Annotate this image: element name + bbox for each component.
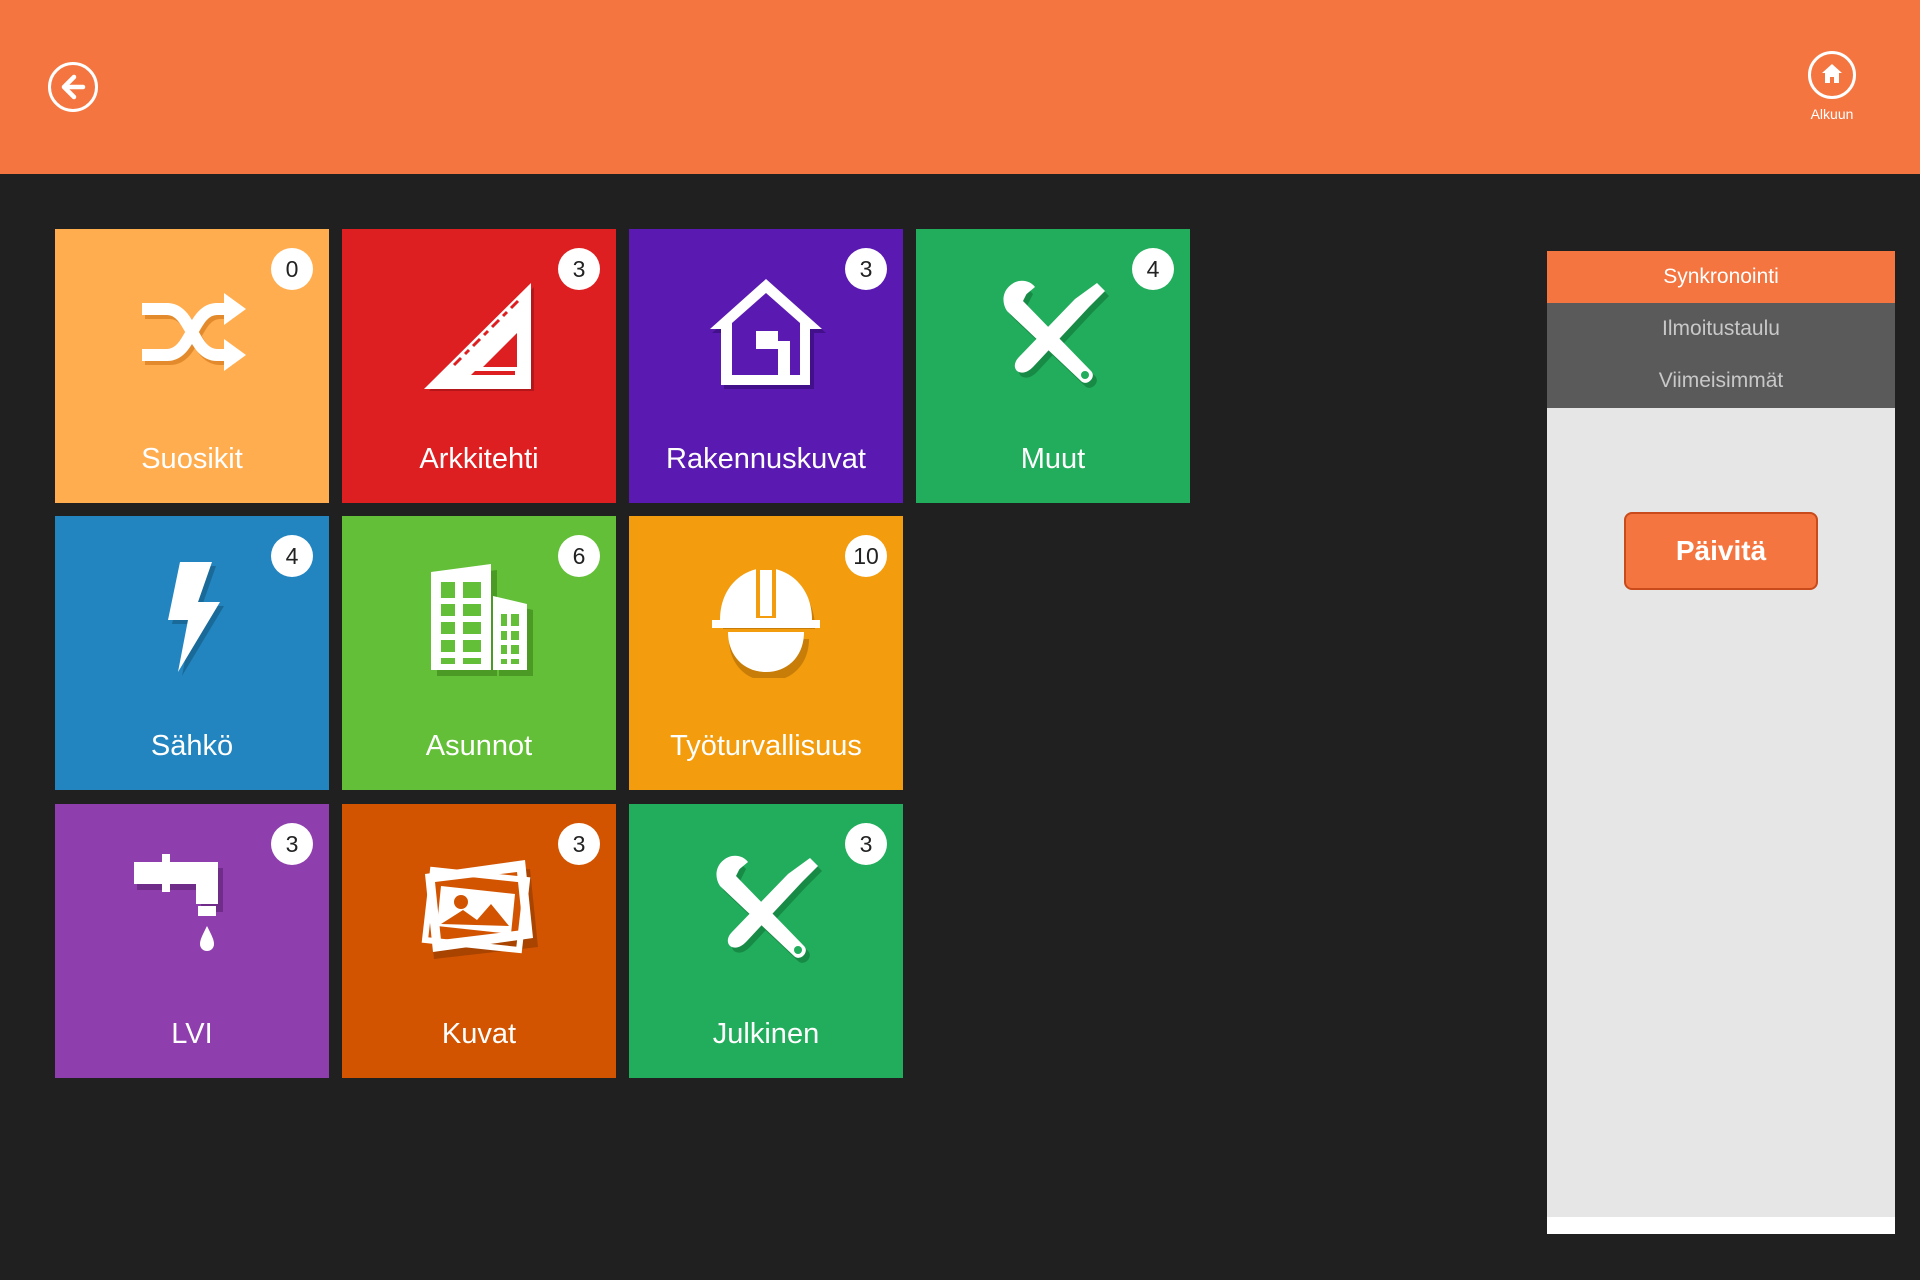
tile-kuvat[interactable]: 3 Kuvat: [342, 804, 616, 1078]
arrow-left-icon: [61, 74, 86, 100]
count-badge: 4: [271, 535, 313, 577]
tile-label: Arkkitehti: [419, 443, 539, 475]
tile-suosikit[interactable]: 0 Suosikit: [55, 229, 329, 503]
lightning-icon: [168, 562, 224, 676]
back-button[interactable]: [48, 62, 98, 112]
tab-viimeisimmat[interactable]: Viimeisimmät: [1547, 355, 1895, 407]
home-icon: [1822, 64, 1842, 83]
tile-label: Muut: [1020, 443, 1086, 475]
count-badge: 10: [845, 535, 887, 577]
tab-ilmoitustaulu[interactable]: Ilmoitustaulu: [1547, 303, 1895, 355]
panel-bottom-strip: [1547, 1217, 1895, 1234]
count-badge: 3: [845, 823, 887, 865]
count-badge: 3: [558, 823, 600, 865]
hard-hat-icon: [712, 568, 820, 678]
faucet-icon: [134, 854, 223, 951]
tile-sahko[interactable]: 4 Sähkö: [55, 516, 329, 790]
update-button[interactable]: Päivitä: [1624, 512, 1818, 590]
shuffle-icon: [142, 293, 246, 371]
tile-label: Rakennuskuvat: [666, 443, 866, 475]
home-icon-circle: [1808, 51, 1856, 99]
tile-muut[interactable]: 4 Muut: [916, 229, 1190, 503]
tile-label: Kuvat: [441, 1018, 517, 1050]
tile-label: LVI: [171, 1018, 213, 1050]
count-badge: 4: [1132, 248, 1174, 290]
tile-tyoturvallisuus[interactable]: 10 Työturvallisuus: [629, 516, 903, 790]
tile-label: Asunnot: [425, 730, 533, 762]
photos-icon: [421, 860, 538, 959]
tools-icon: [1003, 280, 1109, 388]
tile-label: Julkinen: [712, 1018, 820, 1050]
tile-label: Suosikit: [141, 443, 243, 475]
tab-synkronointi[interactable]: Synkronointi: [1547, 251, 1895, 303]
home-label: Alkuun: [1810, 106, 1854, 122]
tile-label: Työturvallisuus: [670, 730, 862, 762]
count-badge: 6: [558, 535, 600, 577]
house-icon: [710, 279, 826, 389]
tile-asunnot[interactable]: 6 Asunnot: [342, 516, 616, 790]
count-badge: 0: [271, 248, 313, 290]
count-badge: 3: [845, 248, 887, 290]
tools-icon: [716, 855, 822, 963]
tile-lvi[interactable]: 3 LVI: [55, 804, 329, 1078]
building-icon: [431, 564, 533, 676]
tile-rakennuskuvat[interactable]: 3 Rakennuskuvat: [629, 229, 903, 503]
sync-side-panel: Synkronointi Ilmoitustaulu Viimeisimmät …: [1547, 251, 1895, 1234]
tile-label: Sähkö: [150, 730, 234, 762]
home-button[interactable]: Alkuun: [1800, 51, 1864, 122]
set-square-icon: [424, 283, 534, 391]
count-badge: 3: [271, 823, 313, 865]
side-tabs: Synkronointi Ilmoitustaulu Viimeisimmät: [1547, 251, 1895, 408]
count-badge: 3: [558, 248, 600, 290]
tile-arkkitehti[interactable]: 3 Arkkitehti: [342, 229, 616, 503]
tile-julkinen[interactable]: 3 Julkinen: [629, 804, 903, 1078]
top-app-bar: Alkuun: [0, 0, 1920, 174]
